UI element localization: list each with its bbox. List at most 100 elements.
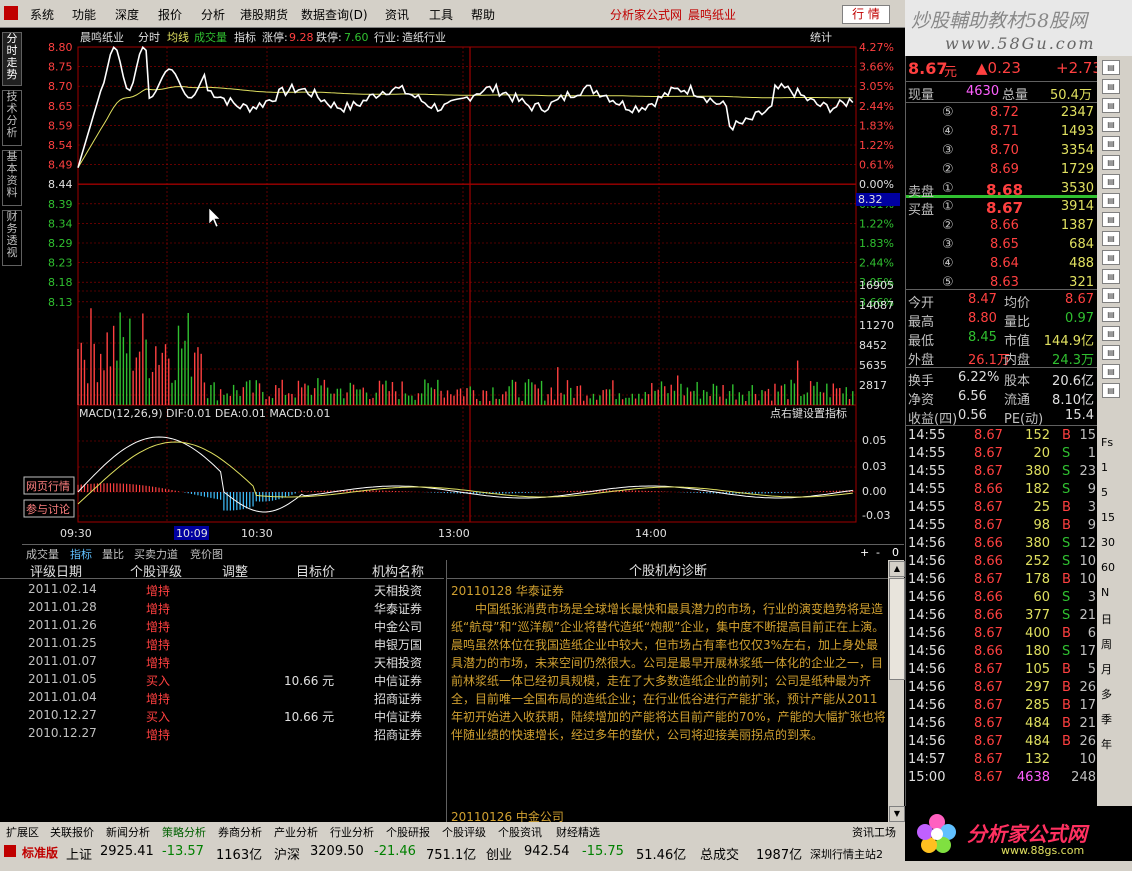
- tick-row[interactable]: 14:55 8.67 20 S 1: [906, 445, 1098, 464]
- tick-row[interactable]: 14:56 8.67 400 B 6: [906, 625, 1098, 644]
- col-org[interactable]: 机构名称: [372, 561, 424, 580]
- period-button[interactable]: 5: [1101, 486, 1108, 499]
- rating-row[interactable]: 2011.01.26 增持 中金公司: [4, 616, 444, 634]
- tick-row[interactable]: 14:57 8.67 132 10: [906, 751, 1098, 770]
- tick-row[interactable]: 14:56 8.67 105 B 5: [906, 661, 1098, 680]
- tick-row[interactable]: 14:56 8.66 60 S 3: [906, 589, 1098, 608]
- col-rating[interactable]: 个股评级: [130, 561, 182, 580]
- period-button[interactable]: 周: [1101, 636, 1112, 652]
- toolbar-tab[interactable]: 产业分析: [274, 824, 318, 840]
- rating-row[interactable]: 2010.12.27 增持 招商证券: [4, 724, 444, 742]
- period-button[interactable]: 30: [1101, 536, 1115, 549]
- diagnosis-scrollbar[interactable]: ▲ ▼: [888, 560, 905, 822]
- period-button[interactable]: N: [1101, 586, 1109, 599]
- toolbar-tab[interactable]: 个股研报: [386, 824, 430, 840]
- period-button[interactable]: 1: [1101, 461, 1108, 474]
- tick-row[interactable]: 14:56 8.67 484 B 26: [906, 733, 1098, 752]
- ask-row[interactable]: ④ 8.71 1493: [906, 123, 1098, 142]
- chart-tool-icon[interactable]: ▤: [1102, 326, 1120, 341]
- col-rating-date[interactable]: 评级日期: [30, 561, 82, 580]
- ask-row[interactable]: 卖盘 ① 8.68 3530: [906, 180, 1098, 200]
- app-icon[interactable]: [4, 6, 18, 20]
- chart-tool-icon[interactable]: ▤: [1102, 155, 1120, 170]
- intraday-chart[interactable]: 晨鸣纸业 分时 均线 成交量 指标 涨停: 9.28 跌停: 7.60 行业: …: [22, 27, 904, 544]
- period-button[interactable]: 多: [1101, 686, 1112, 702]
- chart-tool-icon[interactable]: ▤: [1102, 364, 1120, 379]
- tick-row[interactable]: 14:56 8.67 484 B 21: [906, 715, 1098, 734]
- tab-fundamental[interactable]: 基本资料: [2, 150, 22, 206]
- rating-row[interactable]: 2011.01.05 买入 10.66 元 中信证券: [4, 670, 444, 688]
- col-target[interactable]: 目标价: [296, 561, 335, 580]
- menu-system[interactable]: 系统: [30, 6, 54, 23]
- zoom-reset-button[interactable]: 0: [892, 546, 899, 559]
- period-button[interactable]: 季: [1101, 711, 1112, 727]
- col-adjust[interactable]: 调整: [222, 561, 248, 580]
- ask-row[interactable]: ⑤ 8.72 2347: [906, 104, 1098, 123]
- discuss-button[interactable]: 参与讨论: [26, 502, 70, 516]
- toolbar-tab[interactable]: 关联报价: [50, 824, 94, 840]
- tick-row[interactable]: 14:56 8.67 297 B 26: [906, 679, 1098, 698]
- stat-row[interactable]: 最低 8.45 市值 144.9亿: [906, 329, 1098, 349]
- stat-row[interactable]: 外盘 26.1万 内盘 24.3万: [906, 348, 1098, 368]
- bid-row[interactable]: 买盘 ① 8.67 3914: [906, 198, 1098, 218]
- chart-tool-icon[interactable]: ▤: [1102, 288, 1120, 303]
- bid-row[interactable]: ④ 8.64 488: [906, 255, 1098, 274]
- stat-row[interactable]: 最高 8.80 量比 0.97: [906, 310, 1098, 330]
- tick-row[interactable]: 14:56 8.66 377 S 21: [906, 607, 1098, 626]
- tick-row[interactable]: 15:00 8.67 4638 248: [906, 769, 1098, 788]
- quote-button[interactable]: 行 情: [842, 5, 890, 24]
- ask-row[interactable]: ③ 8.70 3354: [906, 142, 1098, 161]
- rating-row[interactable]: 2011.01.04 增持 招商证券: [4, 688, 444, 706]
- rating-row[interactable]: 2011.02.14 增持 天相投资: [4, 580, 444, 598]
- menu-tools[interactable]: 工具: [429, 6, 453, 23]
- tick-row[interactable]: 14:56 8.66 252 S 10: [906, 553, 1098, 572]
- zoom-out-button[interactable]: -: [876, 546, 880, 559]
- chart-tool-icon[interactable]: ▤: [1102, 269, 1120, 284]
- chart-tool-icon[interactable]: ▤: [1102, 174, 1120, 189]
- chart-tool-icon[interactable]: ▤: [1102, 383, 1120, 398]
- stat-row[interactable]: 今开 8.47 均价 8.67: [906, 291, 1098, 311]
- toolbar-tab[interactable]: 策略分析: [162, 824, 206, 840]
- period-button[interactable]: 月: [1101, 661, 1112, 677]
- rating-row[interactable]: 2011.01.28 增持 华泰证券: [4, 598, 444, 616]
- chart-tool-icon[interactable]: ▤: [1102, 136, 1120, 151]
- chart-tool-icon[interactable]: ▤: [1102, 250, 1120, 265]
- tick-row[interactable]: 14:56 8.66 380 S 12: [906, 535, 1098, 554]
- fund-row[interactable]: 换手 6.22% 股本 20.6亿: [906, 369, 1098, 389]
- menu-data-query[interactable]: 数据查询(D): [301, 6, 368, 23]
- rating-row[interactable]: 2010.12.27 买入 10.66 元 中信证券: [4, 706, 444, 724]
- menu-quote[interactable]: 报价: [158, 6, 182, 23]
- tick-row[interactable]: 14:55 8.67 25 B 3: [906, 499, 1098, 518]
- tick-row[interactable]: 14:55 8.67 380 S 23: [906, 463, 1098, 482]
- web-quote-button[interactable]: 网页行情: [26, 480, 70, 493]
- toolbar-tab[interactable]: 个股评级: [442, 824, 486, 840]
- chart-tool-icon[interactable]: ▤: [1102, 79, 1120, 94]
- menu-hk-futures[interactable]: 港股期货: [240, 6, 288, 23]
- period-button[interactable]: 15: [1101, 511, 1115, 524]
- ask-row[interactable]: ② 8.69 1729: [906, 161, 1098, 180]
- server-name[interactable]: 深圳行情主站2: [810, 846, 883, 862]
- menu-info[interactable]: 资讯: [385, 6, 409, 23]
- tick-row[interactable]: 14:55 8.67 98 B 9: [906, 517, 1098, 536]
- tick-row[interactable]: 14:55 8.66 182 S 9: [906, 481, 1098, 500]
- toolbar-tab[interactable]: 券商分析: [218, 824, 262, 840]
- zoom-in-button[interactable]: +: [860, 546, 869, 559]
- toolbar-tab[interactable]: 扩展区: [6, 824, 39, 840]
- tab-technical[interactable]: 技术分析: [2, 90, 22, 146]
- menu-function[interactable]: 功能: [72, 6, 96, 23]
- chart-tool-icon[interactable]: ▤: [1102, 98, 1120, 113]
- toolbar-tab[interactable]: 行业分析: [330, 824, 374, 840]
- period-button[interactable]: Fs: [1101, 436, 1113, 449]
- toolbar-tab[interactable]: 新闻分析: [106, 824, 150, 840]
- rating-row[interactable]: 2011.01.07 增持 天相投资: [4, 652, 444, 670]
- toolbar-tab[interactable]: 个股资讯: [498, 824, 542, 840]
- chart-tool-icon[interactable]: ▤: [1102, 60, 1120, 75]
- tick-row[interactable]: 14:56 8.67 285 B 17: [906, 697, 1098, 716]
- fund-row[interactable]: 净资 6.56 流通 8.10亿: [906, 388, 1098, 408]
- tab-intraday[interactable]: 分时走势: [2, 32, 22, 86]
- tick-row[interactable]: 14:56 8.67 178 B 10: [906, 571, 1098, 590]
- toolbar-tab[interactable]: 财经精选: [556, 824, 600, 840]
- chart-tool-icon[interactable]: ▤: [1102, 193, 1120, 208]
- chart-tool-icon[interactable]: ▤: [1102, 231, 1120, 246]
- menu-depth[interactable]: 深度: [115, 6, 139, 23]
